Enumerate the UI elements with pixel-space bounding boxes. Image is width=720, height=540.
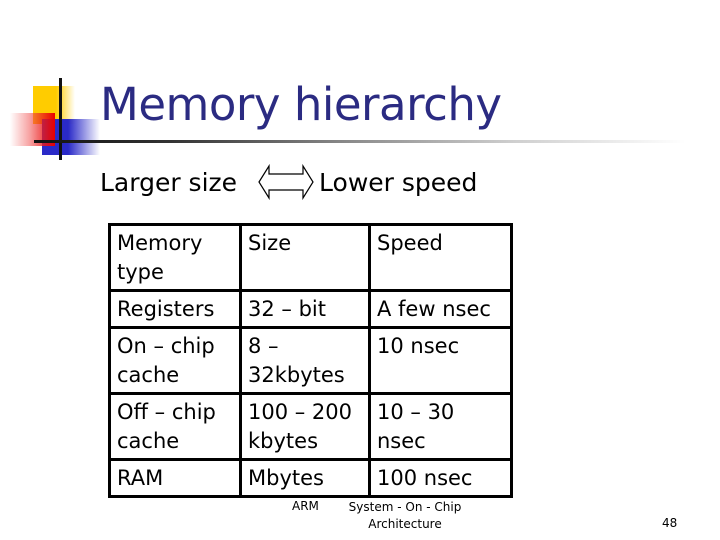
subtitle-line: Larger size Lower speed <box>100 163 477 201</box>
footer-left-text: ARM <box>292 499 319 513</box>
cell-size: 32 – bit <box>239 289 371 329</box>
cell-memory-type: On – chip cache <box>108 326 242 395</box>
cell-speed: A few nsec <box>368 289 513 329</box>
table-row: Registers 32 – bit A few nsec <box>108 289 513 329</box>
table-header-row: Memory type Size Speed <box>108 223 513 292</box>
subtitle-left: Larger size <box>100 167 238 197</box>
header-size: Size <box>239 223 371 292</box>
cell-speed: 10 – 30 nsec <box>368 392 513 461</box>
page-number: 48 <box>662 516 678 530</box>
table-row: RAM Mbytes 100 nsec <box>108 458 513 498</box>
vertical-rule <box>59 78 62 160</box>
slide-title: Memory hierarchy <box>100 78 502 131</box>
header-memory-type: Memory type <box>108 223 242 292</box>
cell-size: Mbytes <box>239 458 371 498</box>
cell-size: 100 – 200 kbytes <box>239 392 371 461</box>
memory-table: Memory type Size Speed Registers 32 – bi… <box>108 223 513 498</box>
header-speed: Speed <box>368 223 513 292</box>
cell-memory-type: Registers <box>108 289 242 329</box>
cell-speed: 10 nsec <box>368 326 513 395</box>
table-row: On – chip cache 8 – 32kbytes 10 nsec <box>108 326 513 395</box>
cell-memory-type: RAM <box>108 458 242 498</box>
title-underline <box>34 140 720 143</box>
double-arrow-icon <box>257 163 317 201</box>
subtitle-right: Lower speed <box>319 167 478 197</box>
cell-memory-type: Off – chip cache <box>108 392 242 461</box>
cell-speed: 100 nsec <box>368 458 513 498</box>
cell-size: 8 – 32kbytes <box>239 326 371 395</box>
table-row: Off – chip cache 100 – 200 kbytes 10 – 3… <box>108 392 513 461</box>
footer-center-text: System - On - Chip Architecture <box>348 500 462 531</box>
